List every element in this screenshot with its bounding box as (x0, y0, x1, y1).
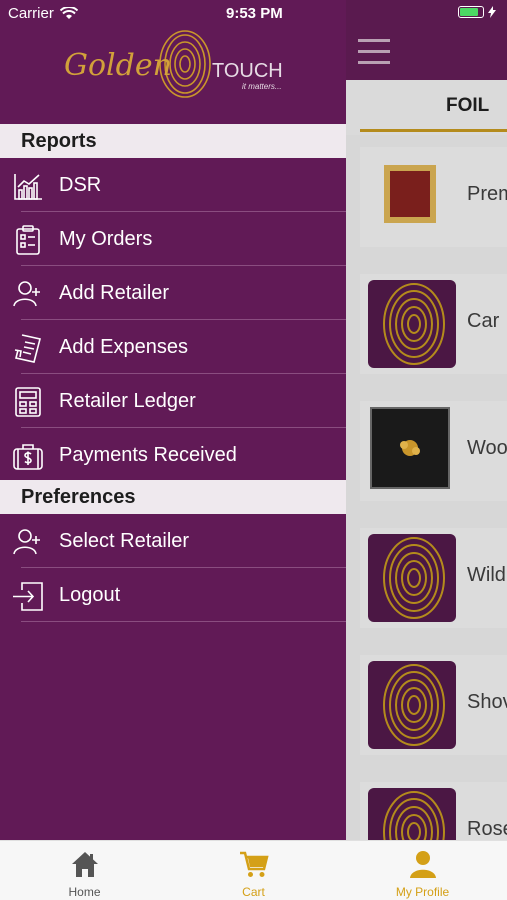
status-time: 9:53 PM (226, 5, 283, 22)
tab-label: My Profile (395, 885, 450, 899)
divider (21, 621, 346, 622)
tab-label: Home (68, 885, 101, 899)
clipboard-icon (16, 225, 40, 255)
wifi-icon (59, 7, 78, 19)
menu-item-label: Logout (59, 584, 121, 606)
logo-tagline: it matters... (242, 82, 282, 91)
product-item[interactable]: Wild (360, 528, 507, 628)
fingerprint-thumbnail-icon (368, 661, 456, 749)
tab-label: Cart (242, 885, 265, 899)
add-user-icon (13, 281, 40, 307)
product-item[interactable]: Car (360, 274, 507, 374)
golden-touch-logo: Golden TOUCH it matters... (50, 30, 290, 100)
product-thumbnail (370, 407, 450, 489)
app-screen: FOIL Prem Car Woo Wild Shov (0, 0, 507, 900)
menu-item-label: Select Retailer (59, 530, 190, 552)
logo-word-golden: Golden (64, 48, 172, 83)
section-header-preferences: Preferences (0, 480, 346, 514)
cart-icon (240, 851, 269, 877)
menu-item-label: Add Retailer (59, 282, 170, 304)
logout-icon (13, 582, 43, 611)
product-name: Car (467, 310, 500, 332)
logo-word-touch: TOUCH (212, 60, 283, 82)
bottom-tab-bar: Home Cart My Profile (0, 840, 507, 900)
product-thumbnail (384, 165, 436, 223)
product-name: Wild (467, 564, 506, 586)
product-name: Prem (467, 183, 507, 205)
product-item[interactable]: Prem (360, 147, 507, 247)
menu-item-retailer-ledger[interactable]: Retailer Ledger (0, 374, 346, 428)
menu-item-add-retailer[interactable]: Add Retailer (0, 266, 346, 320)
calculator-icon (15, 387, 41, 417)
fingerprint-thumbnail-icon (368, 280, 456, 368)
menu-item-label: Add Expenses (59, 336, 188, 358)
receipt-icon (14, 334, 41, 363)
status-carrier: Carrier (8, 5, 78, 22)
product-name: Shov (467, 691, 507, 713)
money-bag-icon (13, 444, 43, 470)
menu-item-label: DSR (59, 174, 102, 196)
menu-item-add-expenses[interactable]: Add Expenses (0, 320, 346, 374)
fingerprint-thumbnail-icon (368, 534, 456, 622)
charging-icon (488, 6, 496, 18)
chart-icon (14, 174, 42, 200)
profile-icon (410, 851, 436, 878)
tab-indicator (360, 129, 507, 132)
menu-item-label: Payments Received (59, 444, 237, 466)
home-icon (72, 852, 98, 877)
menu-item-select-retailer[interactable]: Select Retailer (0, 514, 346, 568)
section-title: Preferences (21, 486, 136, 508)
hamburger-menu-icon[interactable] (358, 39, 390, 65)
menu-item-my-orders[interactable]: My Orders (0, 212, 346, 266)
menu-item-label: Retailer Ledger (59, 390, 196, 412)
carrier-label: Carrier (8, 5, 54, 22)
product-name: Rose (467, 818, 507, 840)
menu-item-label: My Orders (59, 228, 153, 250)
menu-item-logout[interactable]: Logout (0, 568, 346, 622)
tab-foil[interactable]: FOIL (446, 95, 489, 117)
section-title: Reports (21, 130, 97, 152)
product-name: Woo (467, 437, 507, 459)
tab-home[interactable]: Home (0, 841, 169, 900)
menu-item-payments-received[interactable]: Payments Received (0, 428, 346, 482)
side-drawer: Carrier 9:53 PM Golden TOUCH it matters.… (0, 0, 346, 840)
tab-cart[interactable]: Cart (169, 841, 338, 900)
product-item[interactable]: Shov (360, 655, 507, 755)
menu-item-dsr[interactable]: DSR (0, 158, 346, 212)
add-user-icon (13, 529, 40, 555)
tab-my-profile[interactable]: My Profile (338, 841, 507, 900)
status-right (458, 6, 496, 18)
section-header-reports: Reports (0, 124, 346, 158)
product-item[interactable]: Woo (360, 401, 507, 501)
battery-icon (458, 6, 484, 18)
